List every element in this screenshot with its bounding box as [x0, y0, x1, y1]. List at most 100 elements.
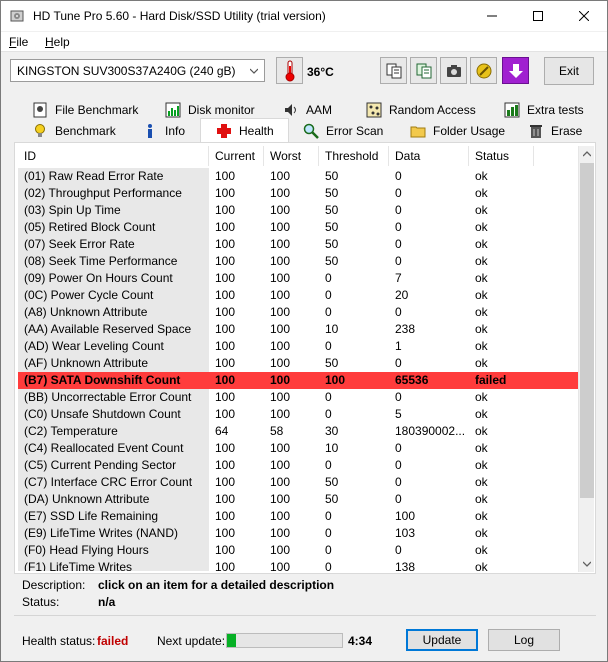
- tab-disk-monitor[interactable]: Disk monitor: [165, 100, 255, 120]
- tab-file-benchmark[interactable]: File Benchmark: [32, 100, 138, 120]
- maximize-button[interactable]: [515, 1, 561, 31]
- minimize-button[interactable]: [469, 1, 515, 31]
- col-header-threshold[interactable]: Threshold: [319, 146, 389, 166]
- scroll-thumb[interactable]: [580, 163, 594, 498]
- cell-status: ok: [475, 169, 488, 183]
- table-row[interactable]: (AA) Available Reserved Space 100 100 10 238…: [18, 321, 578, 338]
- cell-threshold: 50: [325, 475, 339, 489]
- table-row[interactable]: (09) Power On Hours Count 100 100 0 7 ok: [18, 270, 578, 287]
- table-row[interactable]: (C2) Temperature 64 58 30 180390002... ok: [18, 423, 578, 440]
- cell-data: 65536: [395, 373, 429, 387]
- cell-status: ok: [475, 288, 488, 302]
- table-row[interactable]: (08) Seek Time Performance 100 100 50 0 ok: [18, 253, 578, 270]
- cell-status: ok: [475, 203, 488, 217]
- screenshot-button[interactable]: [440, 57, 467, 84]
- table-row[interactable]: (C4) Reallocated Event Count 100 100 10 0 ok: [18, 440, 578, 457]
- cell-id: (AF) Unknown Attribute: [18, 355, 209, 372]
- table-row[interactable]: (C0) Unsafe Shutdown Count 100 100 0 5 ok: [18, 406, 578, 423]
- cell-id: (AD) Wear Leveling Count: [18, 338, 209, 355]
- col-header-status[interactable]: Status: [469, 146, 534, 166]
- copy-all-icon: [416, 63, 431, 78]
- table-row[interactable]: (C7) Interface CRC Error Count 100 100 50 0 o…: [18, 474, 578, 491]
- cell-threshold: 0: [325, 339, 332, 353]
- log-button[interactable]: Log: [488, 629, 560, 651]
- table-row[interactable]: (B7) SATA Downshift Count 100 100 100 65536 f…: [18, 372, 578, 389]
- table-row[interactable]: (03) Spin Up Time 100 100 50 0 ok: [18, 202, 578, 219]
- title-bar[interactable]: HD Tune Pro 5.60 - Hard Disk/SSD Utility…: [1, 1, 607, 31]
- tab-extra-tests[interactable]: Extra tests: [504, 100, 584, 120]
- tab-health[interactable]: Health: [216, 121, 274, 141]
- table-row[interactable]: (C5) Current Pending Sector 100 100 0 0 ok: [18, 457, 578, 474]
- tab-random-access[interactable]: Random Access: [366, 100, 476, 120]
- table-row[interactable]: (E9) LifeTime Writes (NAND) 100 100 0 103 ok: [18, 525, 578, 542]
- cell-threshold: 0: [325, 390, 332, 404]
- copy-info-button[interactable]: [380, 57, 407, 84]
- cell-status: ok: [475, 560, 488, 571]
- tab-erase[interactable]: Erase: [528, 121, 582, 141]
- scroll-up-button[interactable]: [579, 146, 595, 162]
- table-row[interactable]: (01) Raw Read Error Rate 100 100 50 0 ok: [18, 168, 578, 185]
- tab-error-scan[interactable]: Error Scan: [303, 121, 383, 141]
- cell-id: (C4) Reallocated Event Count: [18, 440, 209, 457]
- info-icon: [148, 124, 152, 138]
- cell-threshold: 50: [325, 186, 339, 200]
- table-row[interactable]: (0C) Power Cycle Count 100 100 0 20 ok: [18, 287, 578, 304]
- table-row[interactable]: (F0) Head Flying Hours 100 100 0 0 ok: [18, 542, 578, 559]
- tab-info[interactable]: Info: [142, 121, 185, 141]
- options-button[interactable]: [470, 57, 497, 84]
- cell-data: 138: [395, 560, 416, 571]
- cell-current: 100: [215, 203, 236, 217]
- col-header-id[interactable]: ID: [18, 146, 209, 166]
- save-button[interactable]: [502, 57, 529, 84]
- cell-data: 0: [395, 254, 402, 268]
- table-row[interactable]: (05) Retired Block Count 100 100 50 0 ok: [18, 219, 578, 236]
- status-label: Status:: [22, 595, 60, 609]
- col-header-data[interactable]: Data: [389, 146, 469, 166]
- cell-id: (C5) Current Pending Sector: [18, 457, 209, 474]
- table-row[interactable]: (DA) Unknown Attribute 100 100 50 0 ok: [18, 491, 578, 508]
- copy-all-button[interactable]: [410, 57, 437, 84]
- close-button[interactable]: [561, 1, 607, 31]
- exit-button[interactable]: Exit: [544, 57, 594, 85]
- cell-threshold: 100: [325, 373, 346, 387]
- cell-id: (A8) Unknown Attribute: [18, 304, 209, 321]
- table-row[interactable]: (BB) Uncorrectable Error Count 100 100 0 0 ok: [18, 389, 578, 406]
- table-row[interactable]: (AD) Wear Leveling Count 100 100 0 1 ok: [18, 338, 578, 355]
- drive-select[interactable]: KINGSTON SUV300S37A240G (240 gB): [10, 59, 265, 82]
- cell-threshold: 0: [325, 288, 332, 302]
- tab-benchmark[interactable]: Benchmark: [32, 121, 116, 141]
- cell-current: 100: [215, 237, 236, 251]
- tab-aam[interactable]: AAM: [283, 100, 332, 120]
- table-row[interactable]: (E7) SSD Life Remaining 100 100 0 100 ok: [18, 508, 578, 525]
- cell-worst: 100: [270, 492, 291, 506]
- cell-status: ok: [475, 475, 488, 489]
- table-scrollbar[interactable]: [578, 146, 594, 572]
- cell-current: 100: [215, 169, 236, 183]
- tab-label: AAM: [306, 103, 333, 117]
- progress-fill: [227, 634, 237, 647]
- tab-label: Benchmark: [55, 124, 116, 138]
- cell-status: ok: [475, 424, 488, 438]
- menu-help[interactable]: Help: [45, 35, 70, 49]
- col-header-worst[interactable]: Worst: [264, 146, 319, 166]
- cell-data: 0: [395, 356, 402, 370]
- cell-threshold: 0: [325, 305, 332, 319]
- cell-worst: 100: [270, 254, 291, 268]
- scroll-down-button[interactable]: [579, 556, 595, 572]
- cell-worst: 100: [270, 186, 291, 200]
- table-row[interactable]: (A8) Unknown Attribute 100 100 0 0 ok: [18, 304, 578, 321]
- table-row[interactable]: (07) Seek Error Rate 100 100 50 0 ok: [18, 236, 578, 253]
- table-row[interactable]: (AF) Unknown Attribute 100 100 50 0 ok: [18, 355, 578, 372]
- update-button[interactable]: Update: [406, 629, 478, 651]
- cell-data: 238: [395, 322, 416, 336]
- cell-threshold: 0: [325, 407, 332, 421]
- wrench-icon: [476, 63, 491, 78]
- table-row[interactable]: (F1) LifeTime Writes 100 100 0 138 ok: [18, 559, 578, 571]
- table-row[interactable]: (02) Throughput Performance 100 100 50 0 ok: [18, 185, 578, 202]
- menu-file[interactable]: File: [9, 35, 28, 49]
- tab-folder-usage[interactable]: Folder Usage: [410, 121, 505, 141]
- temperature-button[interactable]: [276, 57, 303, 84]
- cell-status: ok: [475, 271, 488, 285]
- col-header-current[interactable]: Current: [209, 146, 264, 166]
- cell-threshold: 10: [325, 441, 339, 455]
